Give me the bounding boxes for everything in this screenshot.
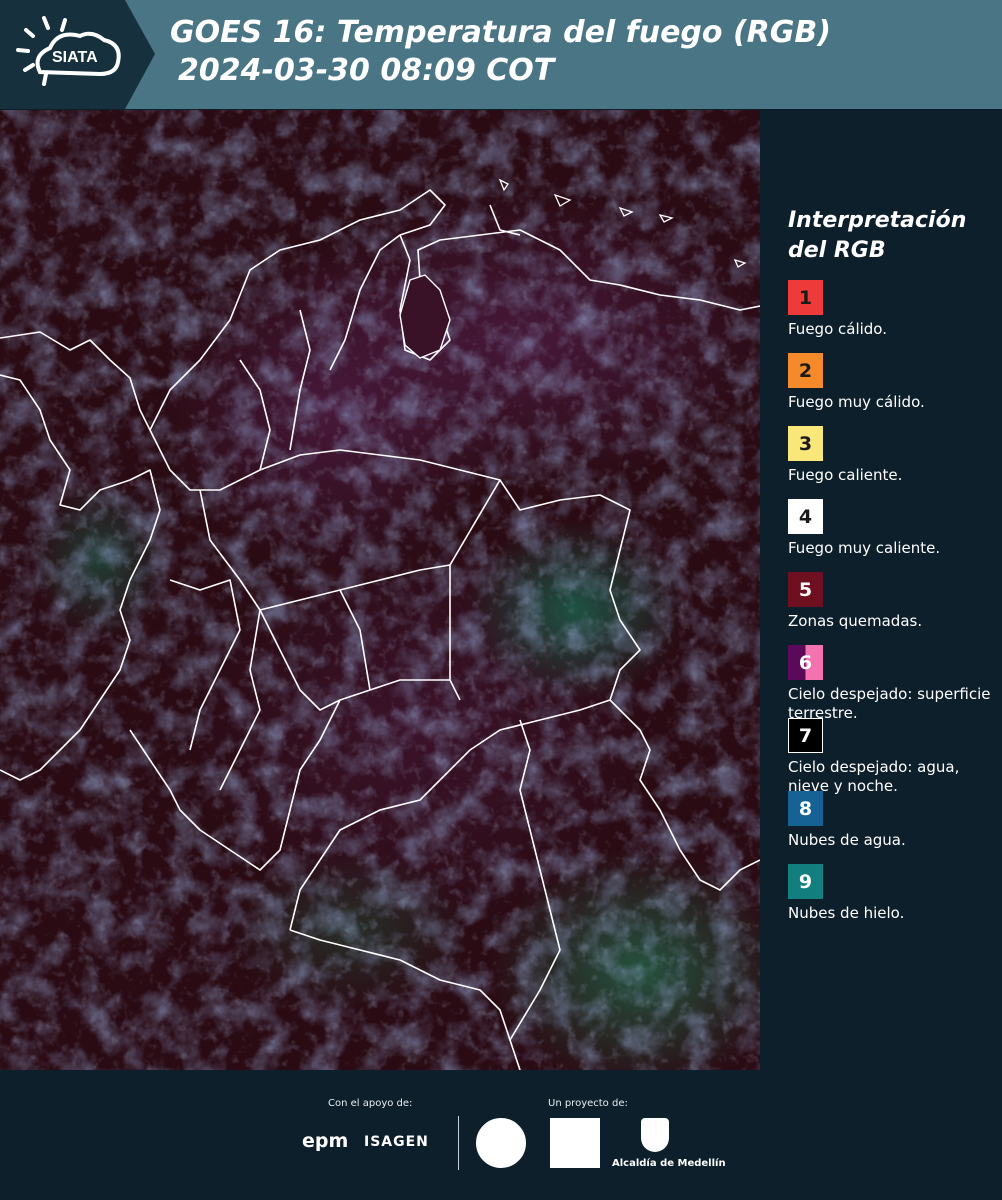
alcaldia-logo-text: Alcaldía de Medellín	[612, 1158, 726, 1169]
epm-logo: epm	[302, 1130, 349, 1152]
legend-item-2: 2 Fuego muy cálido.	[788, 353, 993, 426]
legend-items: 1 Fuego cálido. 2 Fuego muy cálido. 3 Fuego c…	[788, 280, 993, 937]
area-metropolitana-logo	[550, 1118, 600, 1168]
legend-swatch-3: 3	[788, 426, 823, 461]
page-title: GOES 16: Temperatura del fuego (RGB) 202…	[170, 14, 831, 90]
support-label: Con el apoyo de:	[328, 1098, 413, 1109]
footer: Con el apoyo de: Un proyecto de: epm ISA…	[0, 1072, 1002, 1200]
legend-label-9: Nubes de hielo.	[788, 904, 905, 922]
header-bar: SIATA GOES 16: Temperatura del fuego (RG…	[0, 0, 1002, 109]
legend-item-7: 7 Cielo despejado: agua, nieve y noche.	[788, 718, 993, 795]
legend-label-4: Fuego muy caliente.	[788, 539, 941, 557]
medellin-shield-icon	[641, 1118, 669, 1152]
legend-label-2: Fuego muy cálido.	[788, 393, 925, 411]
title-timestamp: 2024-03-30 08:09 COT	[178, 53, 555, 88]
legend-swatch-2: 2	[788, 353, 823, 388]
legend-label-3: Fuego caliente.	[788, 466, 903, 484]
svg-text:SIATA: SIATA	[52, 49, 98, 66]
project-label: Un proyecto de:	[548, 1098, 628, 1109]
legend-swatch-1: 1	[788, 280, 823, 315]
legend-item-3: 3 Fuego caliente.	[788, 426, 993, 499]
legend-label-1: Fuego cálido.	[788, 320, 887, 338]
rgb-legend: Interpretación del RGB 1 Fuego cálido. 2 Fu…	[788, 206, 993, 937]
legend-item-8: 8 Nubes de agua.	[788, 791, 993, 864]
legend-swatch-7: 7	[788, 718, 823, 753]
legend-item-5: 5 Zonas quemadas.	[788, 572, 993, 645]
title-product: GOES 16: Temperatura del fuego (RGB)	[170, 15, 831, 50]
legend-item-4: 4 Fuego muy caliente.	[788, 499, 993, 572]
legend-label-5: Zonas quemadas.	[788, 612, 923, 630]
isagen-logo: ISAGEN	[364, 1134, 429, 1150]
legend-swatch-5: 5	[788, 572, 823, 607]
satellite-map	[0, 110, 760, 1070]
legend-item-1: 1 Fuego cálido.	[788, 280, 993, 353]
legend-title-line2: del RGB	[788, 238, 886, 263]
legend-swatch-8: 8	[788, 791, 823, 826]
legend-swatch-6: 6	[788, 645, 823, 680]
legend-item-6: 6 Cielo despejado: superficie terrestre.	[788, 645, 993, 722]
legend-swatch-4: 4	[788, 499, 823, 534]
legend-label-8: Nubes de agua.	[788, 831, 906, 849]
footer-divider	[458, 1116, 459, 1170]
legend-title: Interpretación del RGB	[788, 206, 993, 266]
legend-swatch-9: 9	[788, 864, 823, 899]
legend-title-line1: Interpretación	[788, 208, 967, 233]
antioquia-seal-icon	[476, 1118, 526, 1168]
legend-item-9: 9 Nubes de hielo.	[788, 864, 993, 937]
siata-logo: SIATA	[0, 0, 155, 109]
